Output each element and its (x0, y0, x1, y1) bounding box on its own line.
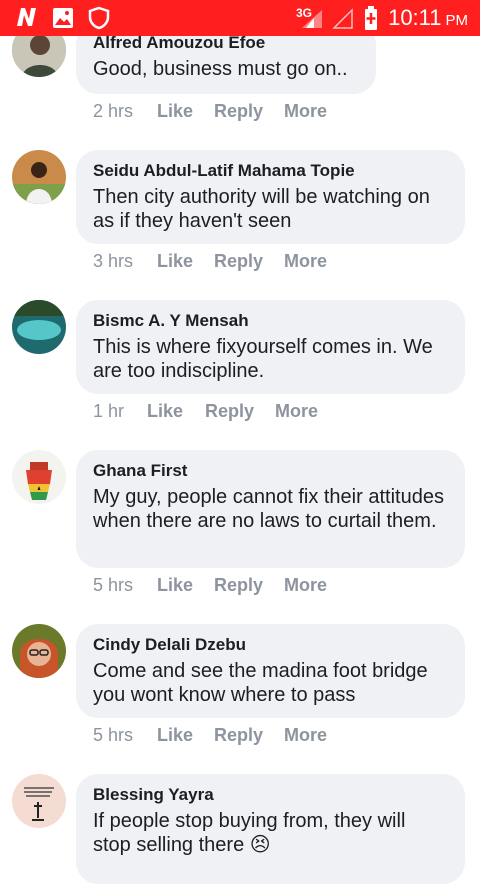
clock-time: 10:11 (388, 5, 442, 30)
comment-actions: 5 hrs Like Reply More (93, 575, 327, 596)
status-bar: 3G 10:11 PM (0, 0, 480, 36)
avatar[interactable] (12, 774, 66, 828)
reply-button[interactable]: Reply (214, 101, 284, 122)
comment-text: Come and see the madina foot bridge you … (93, 660, 428, 706)
clock: 10:11 PM (380, 0, 468, 36)
comment-text: My guy, people cannot fix their attitude… (93, 486, 444, 532)
more-button[interactable]: More (284, 575, 327, 596)
avatar[interactable] (12, 624, 66, 678)
shield-icon (88, 6, 110, 35)
notification-n-icon (14, 5, 40, 34)
avatar[interactable] (12, 300, 66, 354)
comment-actions: 1 hr Like Reply More (93, 401, 318, 422)
comment-author[interactable]: Cindy Delali Dzebu (93, 634, 447, 656)
comment-time: 1 hr (93, 401, 125, 421)
comment-text: Good, business must go on.. (93, 58, 348, 80)
comment-bubble[interactable]: Cindy Delali Dzebu Come and see the madi… (76, 624, 465, 718)
like-button[interactable]: Like (157, 251, 214, 272)
like-button[interactable]: Like (157, 575, 214, 596)
comment-author[interactable]: Blessing Yayra (93, 784, 447, 806)
comment-text: This is where fixyourself comes in. We a… (93, 336, 433, 382)
comment-text: Then city authority will be watching on … (93, 186, 430, 232)
clock-ampm: PM (445, 11, 469, 29)
comment-time: 5 hrs (93, 725, 134, 745)
comment-text: If people stop buying from, they will st… (93, 810, 406, 856)
avatar[interactable] (12, 150, 66, 204)
comment-time: 3 hrs (93, 251, 134, 271)
comment-bubble[interactable]: Ghana First My guy, people cannot fix th… (76, 450, 465, 568)
like-button[interactable]: Like (157, 725, 214, 746)
more-button[interactable]: More (275, 401, 318, 422)
more-button[interactable]: More (284, 101, 327, 122)
comment-author[interactable]: Bismc A. Y Mensah (93, 310, 447, 332)
reply-button[interactable]: Reply (205, 401, 275, 422)
comment-bubble[interactable]: Seidu Abdul-Latif Mahama Topie Then city… (76, 150, 465, 244)
more-button[interactable]: More (284, 251, 327, 272)
reply-button[interactable]: Reply (214, 251, 284, 272)
comment-bubble[interactable]: Blessing Yayra If people stop buying fro… (76, 774, 465, 884)
reply-button[interactable]: Reply (214, 575, 284, 596)
avatar[interactable] (12, 450, 66, 504)
gallery-icon (52, 7, 74, 34)
comment-time: 2 hrs (93, 101, 134, 121)
no-signal-icon (332, 8, 354, 35)
battery-icon (364, 5, 378, 36)
signal-icon (300, 8, 324, 35)
like-button[interactable]: Like (157, 101, 214, 122)
reply-button[interactable]: Reply (214, 725, 284, 746)
comment-actions: 2 hrs Like Reply More (93, 101, 327, 122)
comment-author[interactable]: Seidu Abdul-Latif Mahama Topie (93, 160, 447, 182)
comment-author[interactable]: Ghana First (93, 460, 447, 482)
comment-time: 5 hrs (93, 575, 134, 595)
comment-actions: 3 hrs Like Reply More (93, 251, 327, 272)
more-button[interactable]: More (284, 725, 327, 746)
comment-actions: 5 hrs Like Reply More (93, 725, 327, 746)
comment-bubble[interactable]: Bismc A. Y Mensah This is where fixyours… (76, 300, 465, 394)
like-button[interactable]: Like (147, 401, 205, 422)
